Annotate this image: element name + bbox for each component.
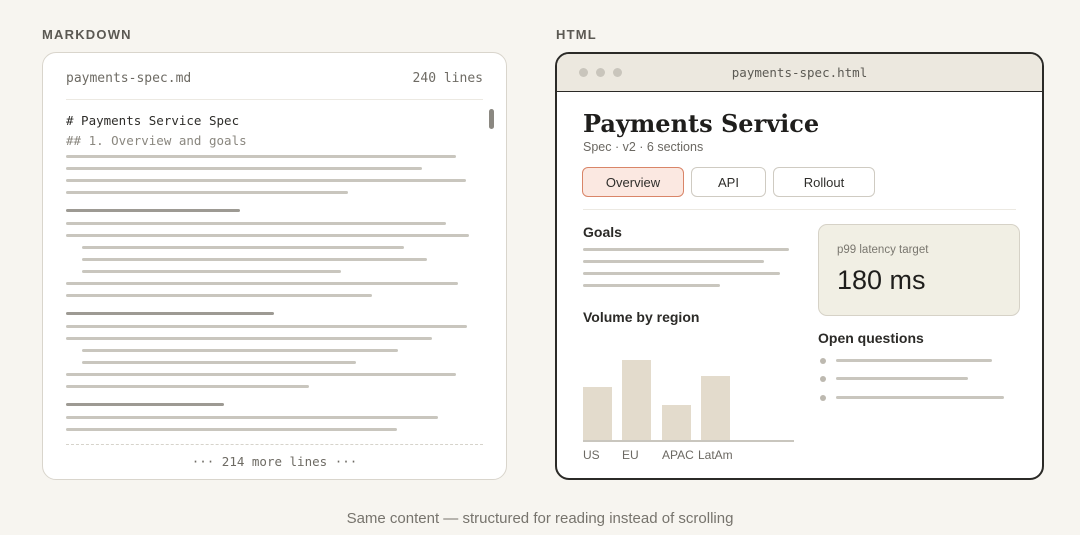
- browser-title-bar: payments-spec.html: [557, 54, 1042, 92]
- scrollbar-thumb[interactable]: [489, 109, 494, 129]
- text-line: [583, 248, 789, 251]
- heading-line: [66, 403, 224, 406]
- page-subtitle: Spec · v2 · 6 sections: [583, 140, 704, 154]
- text-line: [82, 270, 341, 273]
- heading-line: [66, 312, 274, 315]
- markdown-panel: payments-spec.md 240 lines # Payments Se…: [42, 52, 507, 480]
- markdown-line-count: 240 lines: [412, 71, 483, 86]
- text-line: [66, 222, 446, 225]
- markdown-body: # Payments Service Spec ## 1. Overview a…: [66, 111, 476, 151]
- bullet-icon: [820, 376, 826, 382]
- chart-heading: Volume by region: [583, 309, 700, 325]
- heading-line: [66, 209, 240, 212]
- html-section-label: HTML: [556, 27, 597, 42]
- markdown-heading-1: # Payments Service Spec: [66, 113, 240, 128]
- window-title: payments-spec.html: [731, 65, 868, 80]
- text-line: [583, 260, 764, 263]
- bar-label-eu: EU: [622, 448, 639, 462]
- tab-overview[interactable]: Overview: [582, 167, 684, 197]
- markdown-section-label: MARKDOWN: [42, 27, 132, 42]
- bar-us: [583, 387, 612, 440]
- bar-label-apac: APAC: [662, 448, 694, 462]
- tab-rollout[interactable]: Rollout: [773, 167, 875, 197]
- tab-api[interactable]: API: [691, 167, 766, 197]
- text-line: [66, 282, 458, 285]
- markdown-header: payments-spec.md 240 lines: [66, 71, 483, 100]
- text-line: [66, 234, 469, 237]
- bar-latam: [701, 376, 730, 440]
- text-line: [82, 246, 404, 249]
- caption: Same content — structured for reading in…: [346, 510, 734, 527]
- text-line: [66, 416, 438, 419]
- text-line: [66, 385, 309, 388]
- text-line: [836, 377, 968, 380]
- divider: [583, 209, 1016, 210]
- bar-label-us: US: [583, 448, 600, 462]
- open-questions-heading: Open questions: [818, 330, 924, 346]
- bar-eu: [622, 360, 651, 440]
- page-title: Payments Service: [583, 109, 820, 138]
- bar-apac: [662, 405, 691, 440]
- bullet-icon: [820, 358, 826, 364]
- text-line: [82, 258, 427, 261]
- text-line: [66, 191, 348, 194]
- text-line: [66, 179, 466, 182]
- text-line: [66, 428, 397, 431]
- text-line: [66, 167, 422, 170]
- text-line: [836, 359, 992, 362]
- text-line: [82, 349, 398, 352]
- html-panel: payments-spec.html Payments Service Spec…: [555, 52, 1044, 480]
- text-line: [66, 294, 372, 297]
- more-lines-indicator: ··· 214 more lines ···: [66, 444, 483, 469]
- text-line: [66, 155, 456, 158]
- latency-metric-card: p99 latency target 180 ms: [818, 224, 1020, 316]
- scrollbar[interactable]: [489, 109, 494, 485]
- text-line: [82, 361, 356, 364]
- markdown-heading-2: ## 1. Overview and goals: [66, 133, 247, 148]
- text-line: [66, 337, 432, 340]
- chart-x-axis: [583, 440, 794, 442]
- markdown-filename: payments-spec.md: [66, 71, 192, 86]
- tab-bar: Overview API Rollout: [582, 167, 875, 197]
- metric-label: p99 latency target: [837, 244, 929, 256]
- text-line: [66, 373, 456, 376]
- bullet-icon: [820, 395, 826, 401]
- text-line: [66, 325, 467, 328]
- text-line: [583, 284, 720, 287]
- metric-value: 180 ms: [837, 265, 926, 295]
- goals-heading: Goals: [583, 224, 622, 240]
- text-line: [836, 396, 1004, 399]
- text-line: [583, 272, 780, 275]
- bar-label-latam: LatAm: [698, 448, 733, 462]
